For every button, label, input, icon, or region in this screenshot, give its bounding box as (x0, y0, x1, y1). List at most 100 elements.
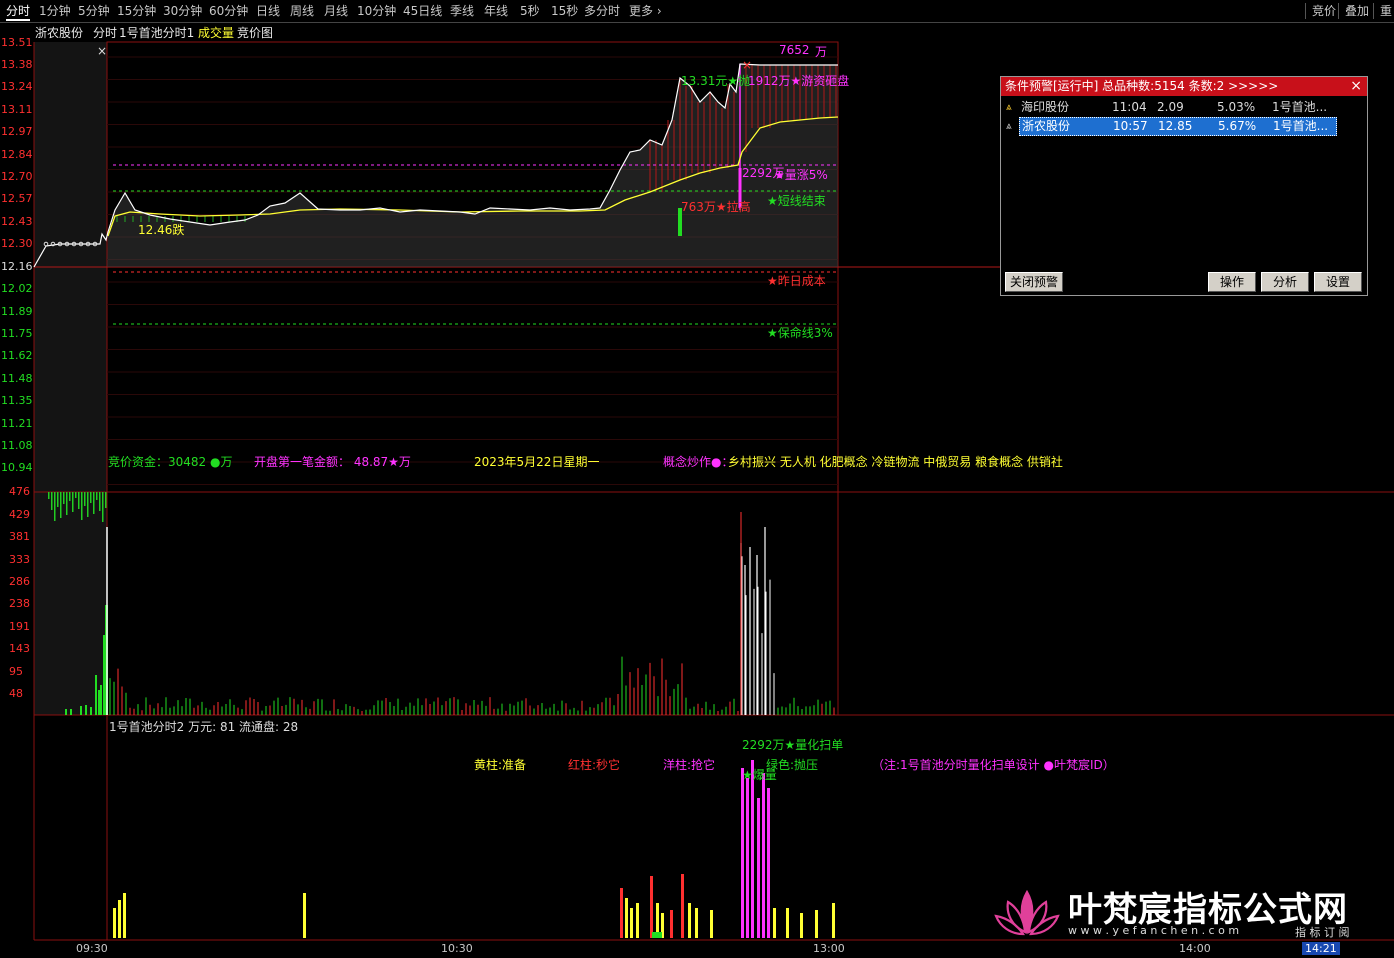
indicator-bar (773, 908, 776, 938)
watermark: 叶梵宸指标公式网 w w w . y e f a n c h e n . c o… (992, 882, 1372, 942)
analyze-button[interactable]: 分析 (1261, 272, 1309, 292)
auction-volume-bar (96, 492, 98, 500)
price-tick: 12.97 (1, 125, 33, 138)
price-tick: 13.24 (1, 80, 33, 93)
volume-bar (65, 709, 67, 715)
auction-volume-bar (48, 492, 50, 499)
price-tick: 12.43 (1, 215, 33, 228)
up-arrow-icon: ⩓ (1006, 121, 1012, 132)
alert-title: 条件预警[运行中] 总品种数:5154 条数:2 >>>>> (1005, 79, 1279, 93)
close-alert-button[interactable]: 关闭预警 (1005, 272, 1063, 292)
alert-strategy: 1号首池... (1273, 119, 1329, 133)
short-end-label: ★短线结束 (767, 194, 826, 208)
price-tick: 12.30 (1, 237, 33, 250)
indicator-bar (815, 910, 818, 938)
volume-tick: 429 (9, 508, 30, 521)
alert-pct: 5.67% (1218, 119, 1257, 133)
indicator-bar (786, 908, 789, 938)
auction-volume-bar (54, 492, 56, 521)
time-tick: 10:30 (441, 942, 473, 955)
time-tick: 13:00 (813, 942, 845, 955)
volume-bar (80, 706, 82, 715)
price-tick: 11.89 (1, 305, 33, 318)
indicator-bar (670, 910, 673, 938)
volume-bar (100, 685, 102, 715)
price-tick: 12.84 (1, 148, 33, 161)
alert-row-selected[interactable]: ⩓ 浙农股份 10:57 12.85 5.67% 1号首池... (1006, 117, 1337, 136)
volume-tick: 95 (9, 665, 23, 678)
indicator-bar (832, 903, 835, 938)
price-tick: 12.57 (1, 192, 33, 205)
price-tick: 11.62 (1, 349, 33, 362)
legend-red: 红柱:秒它 (568, 758, 621, 772)
close-icon[interactable]: × (97, 44, 107, 58)
indicator-bar (751, 760, 754, 938)
auction-volume-bar (90, 492, 92, 503)
alert-stock-name: 海印股份 (1021, 100, 1070, 114)
alert-strategy: 1号首池... (1272, 100, 1328, 114)
top-unit: 万 (815, 45, 828, 59)
legend-yellow: 黄柱:准备 (474, 758, 527, 772)
indicator-bar (688, 903, 691, 938)
auction-volume-bar (69, 492, 71, 501)
volume-tick: 191 (9, 620, 30, 633)
price-tick: 12.16 (1, 260, 33, 273)
indicator-bar (652, 932, 662, 938)
auction-volume-bar (51, 492, 53, 510)
volume-tick: 143 (9, 642, 30, 655)
settings-button[interactable]: 设置 (1314, 272, 1362, 292)
auction-volume-bar (105, 492, 107, 508)
indicator-bar (746, 778, 749, 938)
up-arrow-icon: ⩓ (1006, 102, 1012, 113)
alert-pct: 5.03% (1217, 100, 1256, 114)
first-trade-amount: 开盘第一笔金额： 48.87★万 (254, 455, 411, 469)
volume-tick: 48 (9, 687, 23, 700)
price-tick: 12.70 (1, 170, 33, 183)
price-tick: 11.21 (1, 417, 33, 430)
trade-date: 2023年5月22日星期一 (474, 455, 600, 469)
price-tick: 11.75 (1, 327, 33, 340)
close-icon[interactable]: × (1350, 77, 1362, 96)
auction-volume-bar (93, 492, 95, 514)
lifeline-label: ★保命线3% (767, 326, 833, 340)
indicator-bar (630, 908, 633, 938)
pull-up-label: 763万★拉高 (681, 200, 751, 214)
alert-time: 10:57 (1113, 119, 1148, 133)
auction-volume-bar (57, 492, 59, 507)
volume-bar (70, 709, 72, 715)
indicator-bar (710, 910, 713, 938)
auction-volume-bar (102, 492, 104, 522)
volume-bar (85, 705, 87, 715)
alert-row[interactable]: ⩓ 海印股份 11:04 2.09 5.03% 1号首池... (1006, 99, 1335, 116)
volume-bar (98, 690, 100, 715)
price-tick: 13.11 (1, 103, 33, 116)
auction-volume-bar (63, 492, 65, 504)
condition-alert-window: 条件预警[运行中] 总品种数:5154 条数:2 >>>>> × ⩓ 海印股份 … (1000, 76, 1368, 296)
alert-stock-name: 浙农股份 (1022, 119, 1071, 133)
alert-time: 11:04 (1112, 100, 1147, 114)
volume-tick: 476 (9, 485, 30, 498)
price-tick: 13.38 (1, 58, 33, 71)
legend-magenta: 洋柱:抢它 (663, 758, 716, 772)
volume-bars (48, 492, 835, 715)
watermark-tag: 指 标 订 阅 (1295, 926, 1350, 939)
volume-tick: 286 (9, 575, 30, 588)
auction-volume-bar (87, 492, 89, 517)
indicator-bar (118, 900, 121, 938)
auction-volume-bar (99, 492, 101, 511)
volume-tick: 238 (9, 597, 30, 610)
indicator-bar (757, 798, 760, 938)
time-tick: 09:30 (76, 942, 108, 955)
operate-button[interactable]: 操作 (1208, 272, 1256, 292)
legend-green: 绿色:抛压 (766, 758, 819, 772)
price-tick: 11.48 (1, 372, 33, 385)
price-tick: 13.51 (1, 36, 33, 49)
indicator-bar (767, 788, 770, 938)
alert-header: 条件预警[运行中] 总品种数:5154 条数:2 >>>>> × (1001, 77, 1367, 96)
volume-tick: 381 (9, 530, 30, 543)
indicator-bar (303, 893, 306, 938)
volume-tick: 333 (9, 553, 30, 566)
mid-volume-label: ★量涨5% (774, 168, 828, 182)
current-time-badge: 14:21 (1302, 942, 1340, 955)
price-tick: 10.94 (1, 461, 33, 474)
